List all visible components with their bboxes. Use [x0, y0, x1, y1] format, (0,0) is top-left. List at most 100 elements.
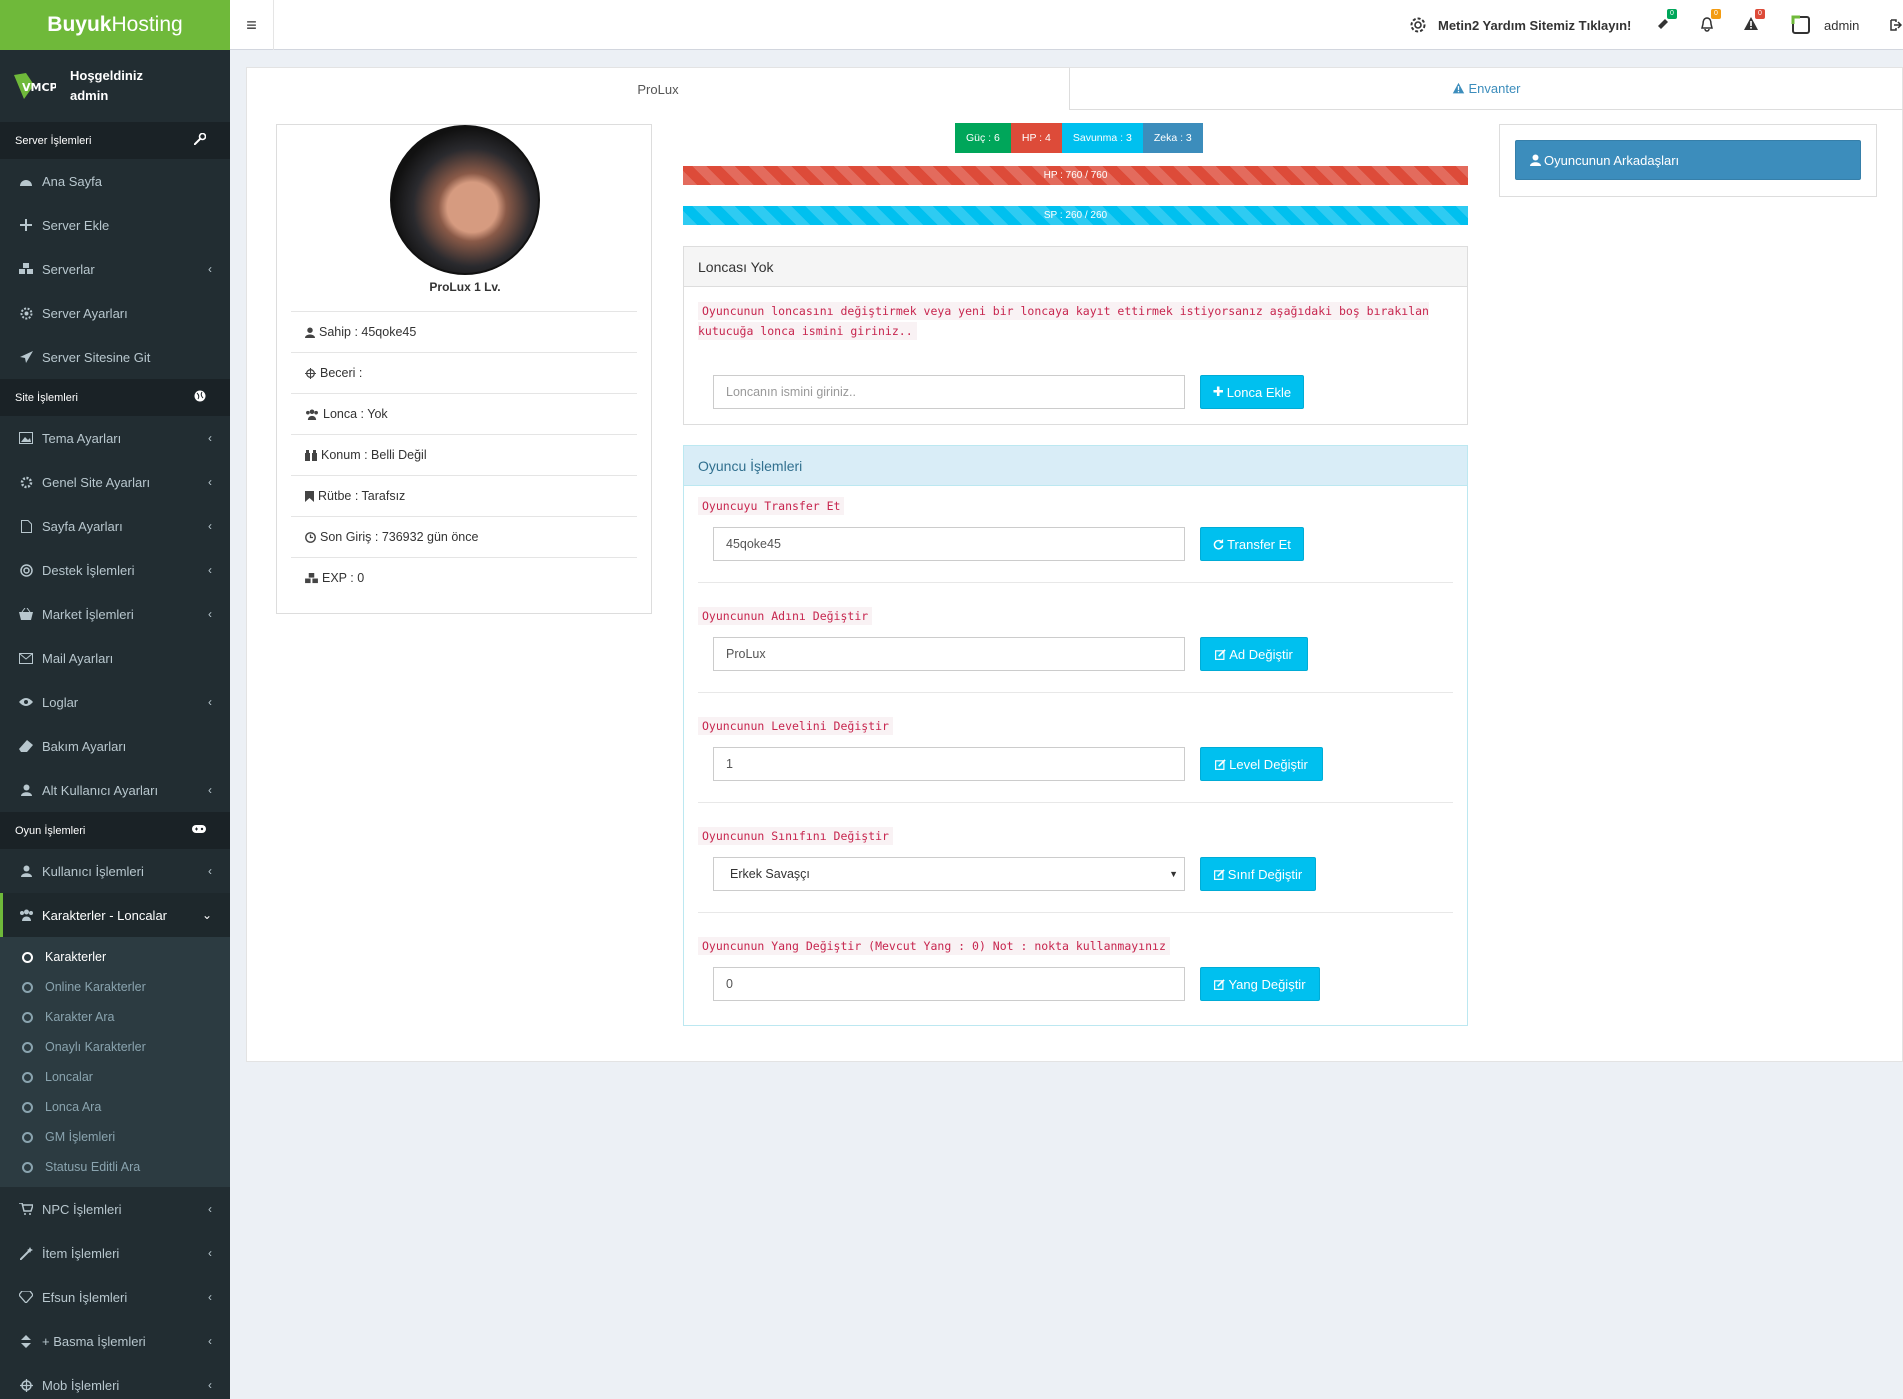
- paper-plane-icon: [18, 350, 34, 364]
- divider: [698, 582, 1453, 583]
- section-header-server-i-lemleri: Server İşlemleri: [0, 122, 230, 159]
- circle-icon: [22, 1131, 33, 1143]
- plus-icon: [18, 219, 34, 231]
- hp-bar: HP : 760 / 760: [683, 166, 1468, 185]
- sidebar-item-market-i-lemleri[interactable]: Market İşlemleri ‹: [0, 592, 230, 636]
- submenu-item-lonca-ara[interactable]: Lonca Ara: [0, 1092, 230, 1122]
- warning-notifications[interactable]: 0: [1743, 0, 1765, 50]
- content-area: ProLux Envanter ProLux 1 Lv. Sahip : 45q…: [246, 67, 1903, 1062]
- sidebar-item-server-ayarlar[interactable]: Server Ayarları: [0, 291, 230, 335]
- sidebar-item-server-sitesine-git[interactable]: Server Sitesine Git: [0, 335, 230, 379]
- submenu-item-online-karakterler[interactable]: Online Karakterler: [0, 972, 230, 1002]
- section-header-site-i-lemleri: Site İşlemleri: [0, 379, 230, 416]
- yang-de-i-tir-button[interactable]: Yang Değiştir: [1200, 967, 1320, 1001]
- sidebar-item-efsun-i-lemleri[interactable]: Efsun İşlemleri ‹: [0, 1275, 230, 1319]
- sidebar-item-sayfa-ayarlar[interactable]: Sayfa Ayarları ‹: [0, 504, 230, 548]
- sidebar-item-bak-m-ayarlar[interactable]: Bakım Ayarları: [0, 724, 230, 768]
- op-input-value: 45qoke45: [726, 537, 781, 551]
- op-input-4[interactable]: 0: [713, 967, 1185, 1001]
- s-n-f-de-i-tir-button[interactable]: Sınıf Değiştir: [1200, 857, 1316, 891]
- admin-menu[interactable]: admin: [1790, 0, 1859, 50]
- profile-row-text: Lonca : Yok: [323, 407, 388, 421]
- sidebar-item-basma-i-lemleri[interactable]: + Basma İşlemleri ‹: [0, 1319, 230, 1363]
- op-form-label: Oyuncunun Yang Değiştir (Mevcut Yang : 0…: [698, 937, 1170, 955]
- submenu-item-karakter-ara[interactable]: Karakter Ara: [0, 1002, 230, 1032]
- sidebar-item-karakterler-loncalar[interactable]: Karakterler - Loncalar ⌄: [0, 893, 230, 937]
- gamepad-icon: [192, 824, 206, 837]
- sidebar-item-loglar[interactable]: Loglar ‹: [0, 680, 230, 724]
- chevron-left-icon: ‹: [208, 1202, 212, 1216]
- edit-icon: [1214, 978, 1226, 990]
- op-input-value: ProLux: [726, 647, 766, 661]
- submenu-item-karakterler[interactable]: Karakterler: [0, 942, 230, 972]
- op-input-1[interactable]: ProLux: [713, 637, 1185, 671]
- op-input-value: Erkek Savaşçı: [730, 867, 810, 881]
- submenu-item-onayl-karakterler[interactable]: Onaylı Karakterler: [0, 1032, 230, 1062]
- sidebar-item-server-ekle[interactable]: Server Ekle: [0, 203, 230, 247]
- submenu-item-label: Lonca Ara: [45, 1100, 102, 1114]
- submenu-item-loncalar[interactable]: Loncalar: [0, 1062, 230, 1092]
- friends-button[interactable]: Oyuncunun Arkadaşları: [1515, 140, 1861, 180]
- sidebar-item-tema-ayarlar[interactable]: Tema Ayarları ‹: [0, 416, 230, 460]
- op-input-2[interactable]: 1: [713, 747, 1185, 781]
- section-title: Server İşlemleri: [15, 134, 92, 147]
- chevron-left-icon: ‹: [208, 695, 212, 709]
- submenu-item-statusu-editli-ara[interactable]: Statusu Editli Ara: [0, 1152, 230, 1182]
- sidebar-item-serverlar[interactable]: Serverlar ‹: [0, 247, 230, 291]
- sidebar-item-destek-i-lemleri[interactable]: Destek İşlemleri ‹: [0, 548, 230, 592]
- sidebar-item-label: İtem İşlemleri: [42, 1245, 120, 1261]
- logout-icon[interactable]: [1890, 0, 1902, 50]
- add-guild-label: Lonca Ekle: [1226, 384, 1292, 400]
- sidebar: Buyuk Hosting VMCP Hoşgeldiniz admin Serv…: [0, 0, 230, 1399]
- top-header: ≡ Metin2 Yardım Sitemiz Tıklayın! 0 0 0 …: [230, 0, 1903, 50]
- submenu-item-label: Onaylı Karakterler: [45, 1040, 146, 1054]
- sp-bar: SP : 260 / 260: [683, 206, 1468, 225]
- sort-icon: [18, 1334, 34, 1348]
- tab-envanter[interactable]: Envanter: [1070, 68, 1903, 110]
- profile-row: Beceri :: [291, 352, 637, 393]
- op-input-value: 1: [726, 757, 733, 771]
- sidebar-item-alt-kullan-c-ayarlar[interactable]: Alt Kullanıcı Ayarları ‹: [0, 768, 230, 812]
- edit-icon: [1215, 758, 1226, 770]
- level-de-i-tir-button[interactable]: Level Değiştir: [1200, 747, 1323, 781]
- profile-rows: Sahip : 45qoke45 Beceri : Lonca : Yok Konum…: [291, 311, 637, 598]
- sidebar-item-label: Mail Ayarları: [42, 650, 114, 666]
- sidebar-item-ana-sayfa[interactable]: Ana Sayfa: [0, 159, 230, 203]
- svg-text:VMCP: VMCP: [22, 81, 56, 94]
- add-guild-button[interactable]: ✚ Lonca Ekle: [1200, 375, 1304, 409]
- sidebar-item-genel-site-ayarlar[interactable]: Genel Site Ayarları ‹: [0, 460, 230, 504]
- class-select[interactable]: Erkek Savaşçı ▼: [713, 857, 1185, 891]
- sidebar-item-label: Server Ekle: [42, 217, 110, 233]
- sidebar-item-label: NPC İşlemleri: [42, 1201, 122, 1217]
- op-form-label: Oyuncunun Sınıfını Değiştir: [698, 827, 893, 845]
- guild-name-input[interactable]: Loncanın ismini giriniz..: [713, 375, 1185, 409]
- character-avatar: [390, 125, 540, 275]
- sidebar-menu: Server İşlemleri Ana Sayfa Server Ekle Serv…: [0, 122, 230, 1399]
- sidebar-item-npc-i-lemleri[interactable]: NPC İşlemleri ‹: [0, 1187, 230, 1231]
- sidebar-item-label: Efsun İşlemleri: [42, 1289, 128, 1305]
- submenu-item-gm-i-lemleri[interactable]: GM İşlemleri: [0, 1122, 230, 1152]
- ticket-notifications[interactable]: 0: [1655, 0, 1677, 50]
- transfer-et-button[interactable]: Transfer Et: [1200, 527, 1304, 561]
- profile-row: Rütbe : Tarafsız: [291, 475, 637, 516]
- submenu-item-label: Karakter Ara: [45, 1010, 115, 1024]
- sidebar-item-i-tem-i-lemleri[interactable]: İtem İşlemleri ‹: [0, 1231, 230, 1275]
- sidebar-item-kullan-c-i-lemleri[interactable]: Kullanıcı İşlemleri ‹: [0, 849, 230, 893]
- submenu-item-label: Online Karakterler: [45, 980, 146, 994]
- bell-notifications[interactable]: 0: [1699, 0, 1721, 50]
- tab-prolux[interactable]: ProLux: [247, 68, 1070, 110]
- gear-icon: [1408, 15, 1428, 35]
- menu-toggle-icon[interactable]: ≡: [230, 0, 274, 50]
- op-button-label: Sınıf Değiştir: [1227, 866, 1303, 882]
- chevron-left-icon: ‹: [208, 519, 212, 533]
- divider: [698, 912, 1453, 913]
- sidebar-item-label: Ana Sayfa: [42, 173, 102, 189]
- sp-bar-label: SP : 260 / 260: [1043, 210, 1108, 221]
- ticket-badge: 0: [1667, 9, 1677, 19]
- sidebar-item-mail-ayarlar[interactable]: Mail Ayarları: [0, 636, 230, 680]
- help-link[interactable]: Metin2 Yardım Sitemiz Tıklayın!: [1408, 0, 1631, 50]
- sidebar-item-mob-i-lemleri[interactable]: Mob İşlemleri ‹: [0, 1363, 230, 1399]
- ad-de-i-tir-button[interactable]: Ad Değiştir: [1200, 637, 1308, 671]
- op-input-0[interactable]: 45qoke45: [713, 527, 1185, 561]
- brand-logo[interactable]: Buyuk Hosting: [0, 0, 230, 50]
